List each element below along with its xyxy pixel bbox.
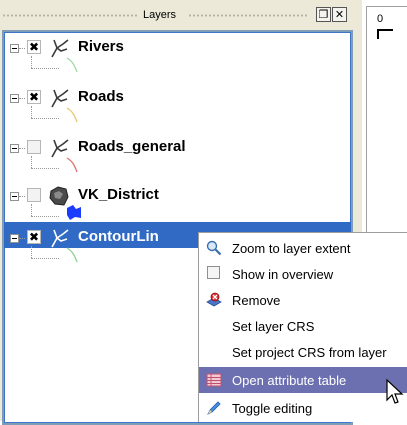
- float-button[interactable]: ❐: [316, 7, 331, 22]
- menu-item-label: Set project CRS from layer: [232, 345, 387, 360]
- menu-item-label: Set layer CRS: [232, 319, 315, 334]
- layer-name: Rivers: [78, 38, 124, 55]
- layer-visibility-checkbox[interactable]: ✖: [27, 230, 41, 244]
- menu-item-show-in-overview[interactable]: Show in overview: [199, 261, 407, 287]
- pencil-icon: [207, 401, 221, 415]
- menu-item-open-attribute-table[interactable]: Open attribute table: [199, 367, 407, 393]
- menu-item-label: Zoom to layer extent: [232, 241, 351, 256]
- layer-name: VK_District: [78, 186, 159, 203]
- menu-item-set-layer-crs[interactable]: Set layer CRS: [199, 313, 407, 339]
- line-symbol-icon: [66, 247, 78, 263]
- menu-item-label: Open attribute table: [232, 373, 347, 388]
- polygon-symbol-icon: [67, 205, 81, 220]
- layer-name: Roads_general: [78, 138, 186, 155]
- collapse-toggle[interactable]: [10, 192, 19, 201]
- layer-name: Roads: [78, 88, 124, 105]
- layer-context-menu: Zoom to layer extent Show in overview Re…: [198, 232, 407, 422]
- titlebar-grip-left: [2, 14, 138, 17]
- collapse-toggle[interactable]: [10, 44, 19, 53]
- menu-item-toggle-editing[interactable]: Toggle editing: [199, 395, 407, 421]
- zoom-extent-icon: [206, 240, 222, 256]
- dock-title: Layers: [143, 9, 177, 21]
- layer-visibility-checkbox[interactable]: [27, 140, 41, 154]
- scale-tick-label: 0: [377, 13, 384, 25]
- menu-item-label: Toggle editing: [232, 401, 313, 416]
- line-symbol-icon: [66, 157, 78, 173]
- menu-item-label: Show in overview: [232, 267, 334, 282]
- menu-item-zoom-to-extent[interactable]: Zoom to layer extent: [199, 235, 407, 261]
- menu-item-label: Remove: [232, 293, 281, 308]
- checkbox-icon: [207, 266, 220, 279]
- scale-bar: [377, 29, 393, 39]
- collapse-toggle[interactable]: [10, 144, 19, 153]
- mouse-pointer-icon: [386, 378, 404, 404]
- titlebar-grip-right: [188, 14, 308, 17]
- layer-visibility-checkbox[interactable]: [27, 188, 41, 202]
- remove-layer-icon: [206, 292, 222, 307]
- layer-name: ContourLin: [78, 228, 159, 245]
- menu-item-set-project-crs[interactable]: Set project CRS from layer: [199, 339, 407, 365]
- close-button[interactable]: ✕: [332, 7, 347, 22]
- dock-titlebar[interactable]: Layers ❐ ✕: [0, 6, 362, 24]
- collapse-toggle[interactable]: [10, 94, 19, 103]
- attribute-table-icon: [206, 373, 222, 387]
- layer-visibility-checkbox[interactable]: ✖: [27, 90, 41, 104]
- layer-visibility-checkbox[interactable]: ✖: [27, 40, 41, 54]
- line-symbol-icon: [66, 57, 78, 73]
- menu-item-remove[interactable]: Remove: [199, 287, 407, 313]
- line-symbol-icon: [66, 107, 78, 123]
- collapse-toggle[interactable]: [10, 234, 19, 243]
